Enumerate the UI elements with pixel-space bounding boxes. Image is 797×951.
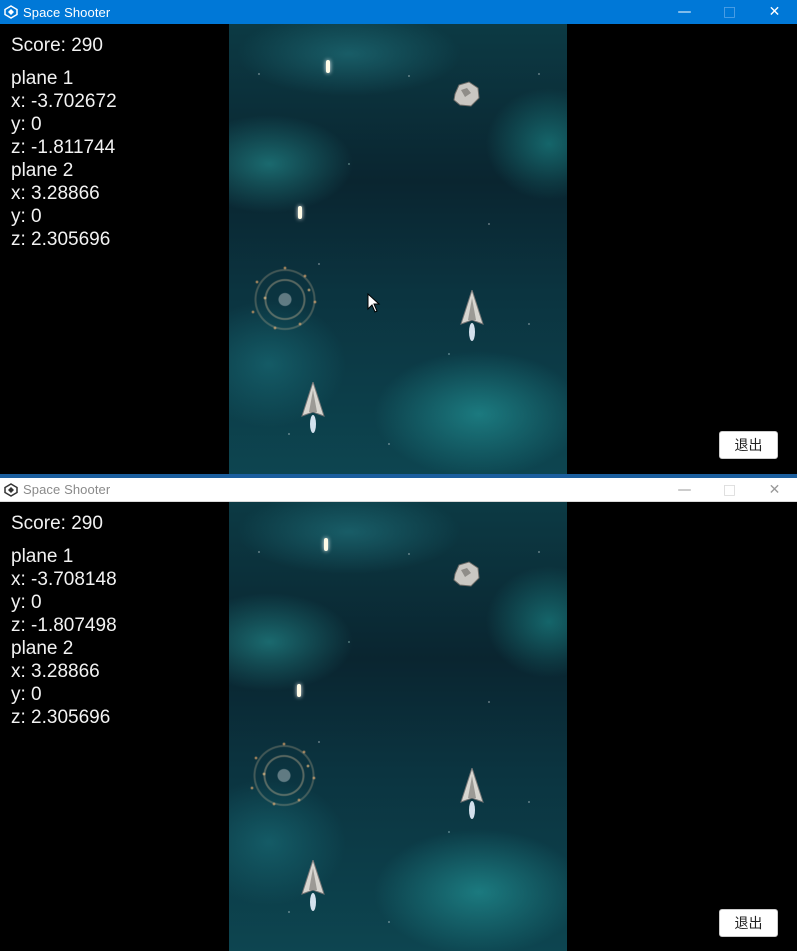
plane2-y: y: 0 [11, 684, 42, 705]
player-ship-2 [460, 768, 484, 819]
exit-button[interactable]: 退出 [719, 909, 778, 937]
player-ship-2 [460, 290, 484, 341]
plane2-y: y: 0 [11, 206, 42, 227]
plane1-y: y: 0 [11, 592, 42, 613]
starfield [229, 502, 567, 951]
plane2-label: plane 2 [11, 638, 74, 659]
plane2-z: z: 2.305696 [11, 229, 111, 250]
player-bullet [298, 206, 302, 219]
plane1-label: plane 1 [11, 546, 74, 567]
plane1-label: plane 1 [11, 68, 74, 89]
game-viewport[interactable]: Score: 290 plane 1 x: -3.702672 y: 0 z: … [0, 24, 797, 474]
explosion-effect [244, 738, 324, 813]
plane2-x: x: 3.28866 [11, 661, 100, 682]
title-bar[interactable]: Space Shooter — □ ✕ [0, 0, 797, 24]
score-label: Score: 290 [11, 35, 103, 56]
plane1-x: x: -3.702672 [11, 91, 117, 112]
asteroid [453, 561, 480, 587]
score-label: Score: 290 [11, 513, 103, 534]
player-bullet [324, 538, 328, 551]
explosion-effect [245, 262, 325, 337]
close-icon[interactable]: ✕ [752, 0, 797, 24]
starfield [229, 24, 567, 474]
hud-panel: Score: 290 plane 1 x: -3.708148 y: 0 z: … [11, 512, 117, 729]
plane1-z: z: -1.807498 [11, 615, 117, 636]
asteroid [453, 81, 480, 107]
game-window-1: Space Shooter — □ ✕ Score: 290 plane 1 x… [0, 0, 797, 474]
plane2-label: plane 2 [11, 160, 74, 181]
player-ship-1 [301, 860, 325, 911]
unity-app-icon [4, 5, 18, 19]
plane1-y: y: 0 [11, 114, 42, 135]
plane2-z: z: 2.305696 [11, 707, 111, 728]
window-title: Space Shooter [23, 482, 111, 497]
hud-panel: Score: 290 plane 1 x: -3.702672 y: 0 z: … [11, 34, 117, 251]
window-title: Space Shooter [23, 4, 111, 20]
game-window-2: Space Shooter — □ ✕ Score: 290 plane 1 x… [0, 478, 797, 951]
close-icon[interactable]: ✕ [752, 478, 797, 502]
plane2-x: x: 3.28866 [11, 183, 100, 204]
minimize-icon[interactable]: — [662, 478, 707, 502]
title-bar[interactable]: Space Shooter — □ ✕ [0, 478, 797, 502]
unity-app-icon [4, 482, 18, 497]
maximize-icon: □ [722, 4, 737, 20]
player-bullet [326, 60, 330, 73]
maximize-icon: □ [722, 482, 737, 498]
player-ship-1 [301, 382, 325, 433]
space-playfield[interactable] [229, 502, 567, 951]
player-bullet [297, 684, 301, 697]
mouse-cursor-icon [367, 293, 381, 313]
minimize-icon[interactable]: — [662, 0, 707, 24]
plane1-x: x: -3.708148 [11, 569, 117, 590]
space-playfield[interactable] [229, 24, 567, 474]
exit-button[interactable]: 退出 [719, 431, 778, 459]
plane1-z: z: -1.811744 [11, 137, 116, 158]
game-viewport[interactable]: Score: 290 plane 1 x: -3.708148 y: 0 z: … [0, 502, 797, 951]
